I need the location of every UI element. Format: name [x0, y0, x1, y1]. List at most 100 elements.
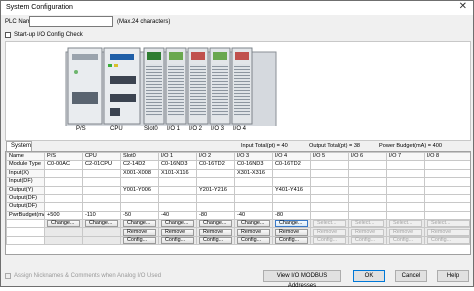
grid-cell[interactable]: C0-16TD2 — [272, 160, 311, 170]
config-button[interactable]: Config... — [427, 237, 470, 244]
grid-cell[interactable] — [424, 168, 470, 179]
grid-cell[interactable]: C0-16ND3 — [158, 160, 197, 170]
grid-cell[interactable] — [424, 185, 470, 196]
grid-cell[interactable]: +500 — [44, 210, 83, 221]
grid-cell[interactable]: X001-X008 — [120, 168, 159, 179]
grid-cell[interactable]: -80 — [196, 210, 235, 221]
change-button[interactable]: Change... — [237, 220, 270, 227]
grid-cell[interactable] — [158, 185, 197, 196]
grid-cell[interactable] — [348, 168, 387, 179]
grid-cell[interactable] — [424, 202, 470, 212]
remove-button[interactable]: Remove — [123, 228, 156, 236]
grid-cell[interactable] — [348, 160, 387, 170]
config-button[interactable]: Config... — [123, 237, 156, 244]
change-button[interactable]: Change... — [85, 220, 118, 227]
grid-cell[interactable] — [348, 177, 387, 187]
grid-cell[interactable] — [234, 202, 273, 212]
grid-cell[interactable] — [120, 202, 159, 212]
grid-cell[interactable] — [386, 194, 425, 204]
grid-cell[interactable] — [272, 177, 311, 187]
startup-io-check-checkbox[interactable] — [5, 32, 11, 38]
grid-cell[interactable] — [234, 194, 273, 204]
remove-button[interactable]: Remove — [351, 228, 384, 236]
grid-cell[interactable] — [310, 185, 349, 196]
grid-cell[interactable] — [196, 168, 235, 179]
grid-cell[interactable] — [44, 185, 83, 196]
change-button[interactable]: Select... — [351, 220, 384, 227]
grid-cell[interactable]: C2-14D2 — [120, 160, 159, 170]
grid-cell[interactable] — [44, 168, 83, 179]
grid-cell[interactable] — [348, 185, 387, 196]
grid-cell[interactable] — [348, 210, 387, 221]
grid-cell[interactable]: -80 — [272, 210, 311, 221]
grid-cell[interactable]: -40 — [234, 210, 273, 221]
grid-cell[interactable] — [158, 177, 197, 187]
grid-cell[interactable]: -110 — [82, 210, 121, 221]
grid-cell[interactable]: C0-00AC — [44, 160, 83, 170]
grid-cell[interactable] — [386, 168, 425, 179]
config-button[interactable]: Config... — [351, 237, 384, 244]
grid-cell[interactable]: -40 — [158, 210, 197, 221]
help-button[interactable]: Help — [437, 270, 469, 282]
grid-cell[interactable] — [234, 177, 273, 187]
grid-cell[interactable]: Y401-Y416 — [272, 185, 311, 196]
grid-cell[interactable] — [272, 194, 311, 204]
change-button[interactable]: Select... — [427, 220, 470, 227]
tab-system[interactable]: System — [6, 141, 32, 151]
grid-cell[interactable] — [44, 177, 83, 187]
grid-cell[interactable]: Y001-Y006 — [120, 185, 159, 196]
grid-cell[interactable] — [424, 177, 470, 187]
remove-button[interactable]: Remove — [313, 228, 346, 236]
config-button[interactable]: Config... — [275, 237, 308, 244]
grid-cell[interactable] — [310, 177, 349, 187]
config-button[interactable]: Config... — [389, 237, 422, 244]
remove-button[interactable]: Remove — [237, 228, 270, 236]
config-button[interactable]: Config... — [313, 237, 346, 244]
change-button[interactable]: Change... — [123, 220, 156, 227]
grid-cell[interactable] — [158, 202, 197, 212]
remove-button[interactable]: Remove — [199, 228, 232, 236]
ok-button[interactable]: OK — [353, 270, 385, 282]
change-button[interactable]: Select... — [389, 220, 422, 227]
grid-cell[interactable] — [386, 185, 425, 196]
change-button[interactable]: Select... — [313, 220, 346, 227]
remove-button[interactable]: Remove — [275, 228, 308, 236]
grid-cell[interactable]: X101-X116 — [158, 168, 197, 179]
grid-cell[interactable] — [120, 177, 159, 187]
config-button[interactable]: Config... — [161, 237, 194, 244]
grid-cell[interactable] — [82, 194, 121, 204]
grid-cell[interactable]: Y201-Y216 — [196, 185, 235, 196]
grid-cell[interactable] — [196, 177, 235, 187]
grid-cell[interactable] — [310, 160, 349, 170]
grid-cell[interactable] — [82, 168, 121, 179]
view-modbus-addresses-button[interactable]: View I/O MODBUS Addresses — [263, 270, 341, 289]
grid-cell[interactable] — [310, 194, 349, 204]
config-button[interactable]: Config... — [199, 237, 232, 244]
grid-cell[interactable] — [234, 185, 273, 196]
grid-cell[interactable] — [272, 202, 311, 212]
change-button[interactable]: Change... — [199, 220, 232, 227]
grid-cell[interactable] — [310, 168, 349, 179]
grid-cell[interactable] — [196, 202, 235, 212]
grid-cell[interactable] — [348, 202, 387, 212]
cancel-button[interactable]: Cancel — [395, 270, 427, 282]
remove-button[interactable]: Remove — [427, 228, 470, 236]
grid-cell[interactable] — [310, 210, 349, 221]
grid-cell[interactable] — [196, 194, 235, 204]
grid-cell[interactable] — [120, 194, 159, 204]
grid-cell[interactable] — [424, 210, 470, 221]
grid-cell[interactable] — [44, 202, 83, 212]
grid-cell[interactable]: X301-X316 — [234, 168, 273, 179]
grid-cell[interactable]: C0-16TD2 — [196, 160, 235, 170]
grid-cell[interactable] — [386, 202, 425, 212]
remove-button[interactable]: Remove — [389, 228, 422, 236]
grid-cell[interactable]: C2-01CPU — [82, 160, 121, 170]
change-button[interactable]: Change... — [161, 220, 194, 227]
config-button[interactable]: Config... — [237, 237, 270, 244]
grid-cell[interactable] — [424, 160, 470, 170]
grid-cell[interactable] — [82, 185, 121, 196]
grid-cell[interactable]: C0-16ND3 — [234, 160, 273, 170]
change-button[interactable]: Change... — [47, 220, 80, 227]
grid-cell[interactable] — [424, 194, 470, 204]
grid-cell[interactable] — [386, 160, 425, 170]
